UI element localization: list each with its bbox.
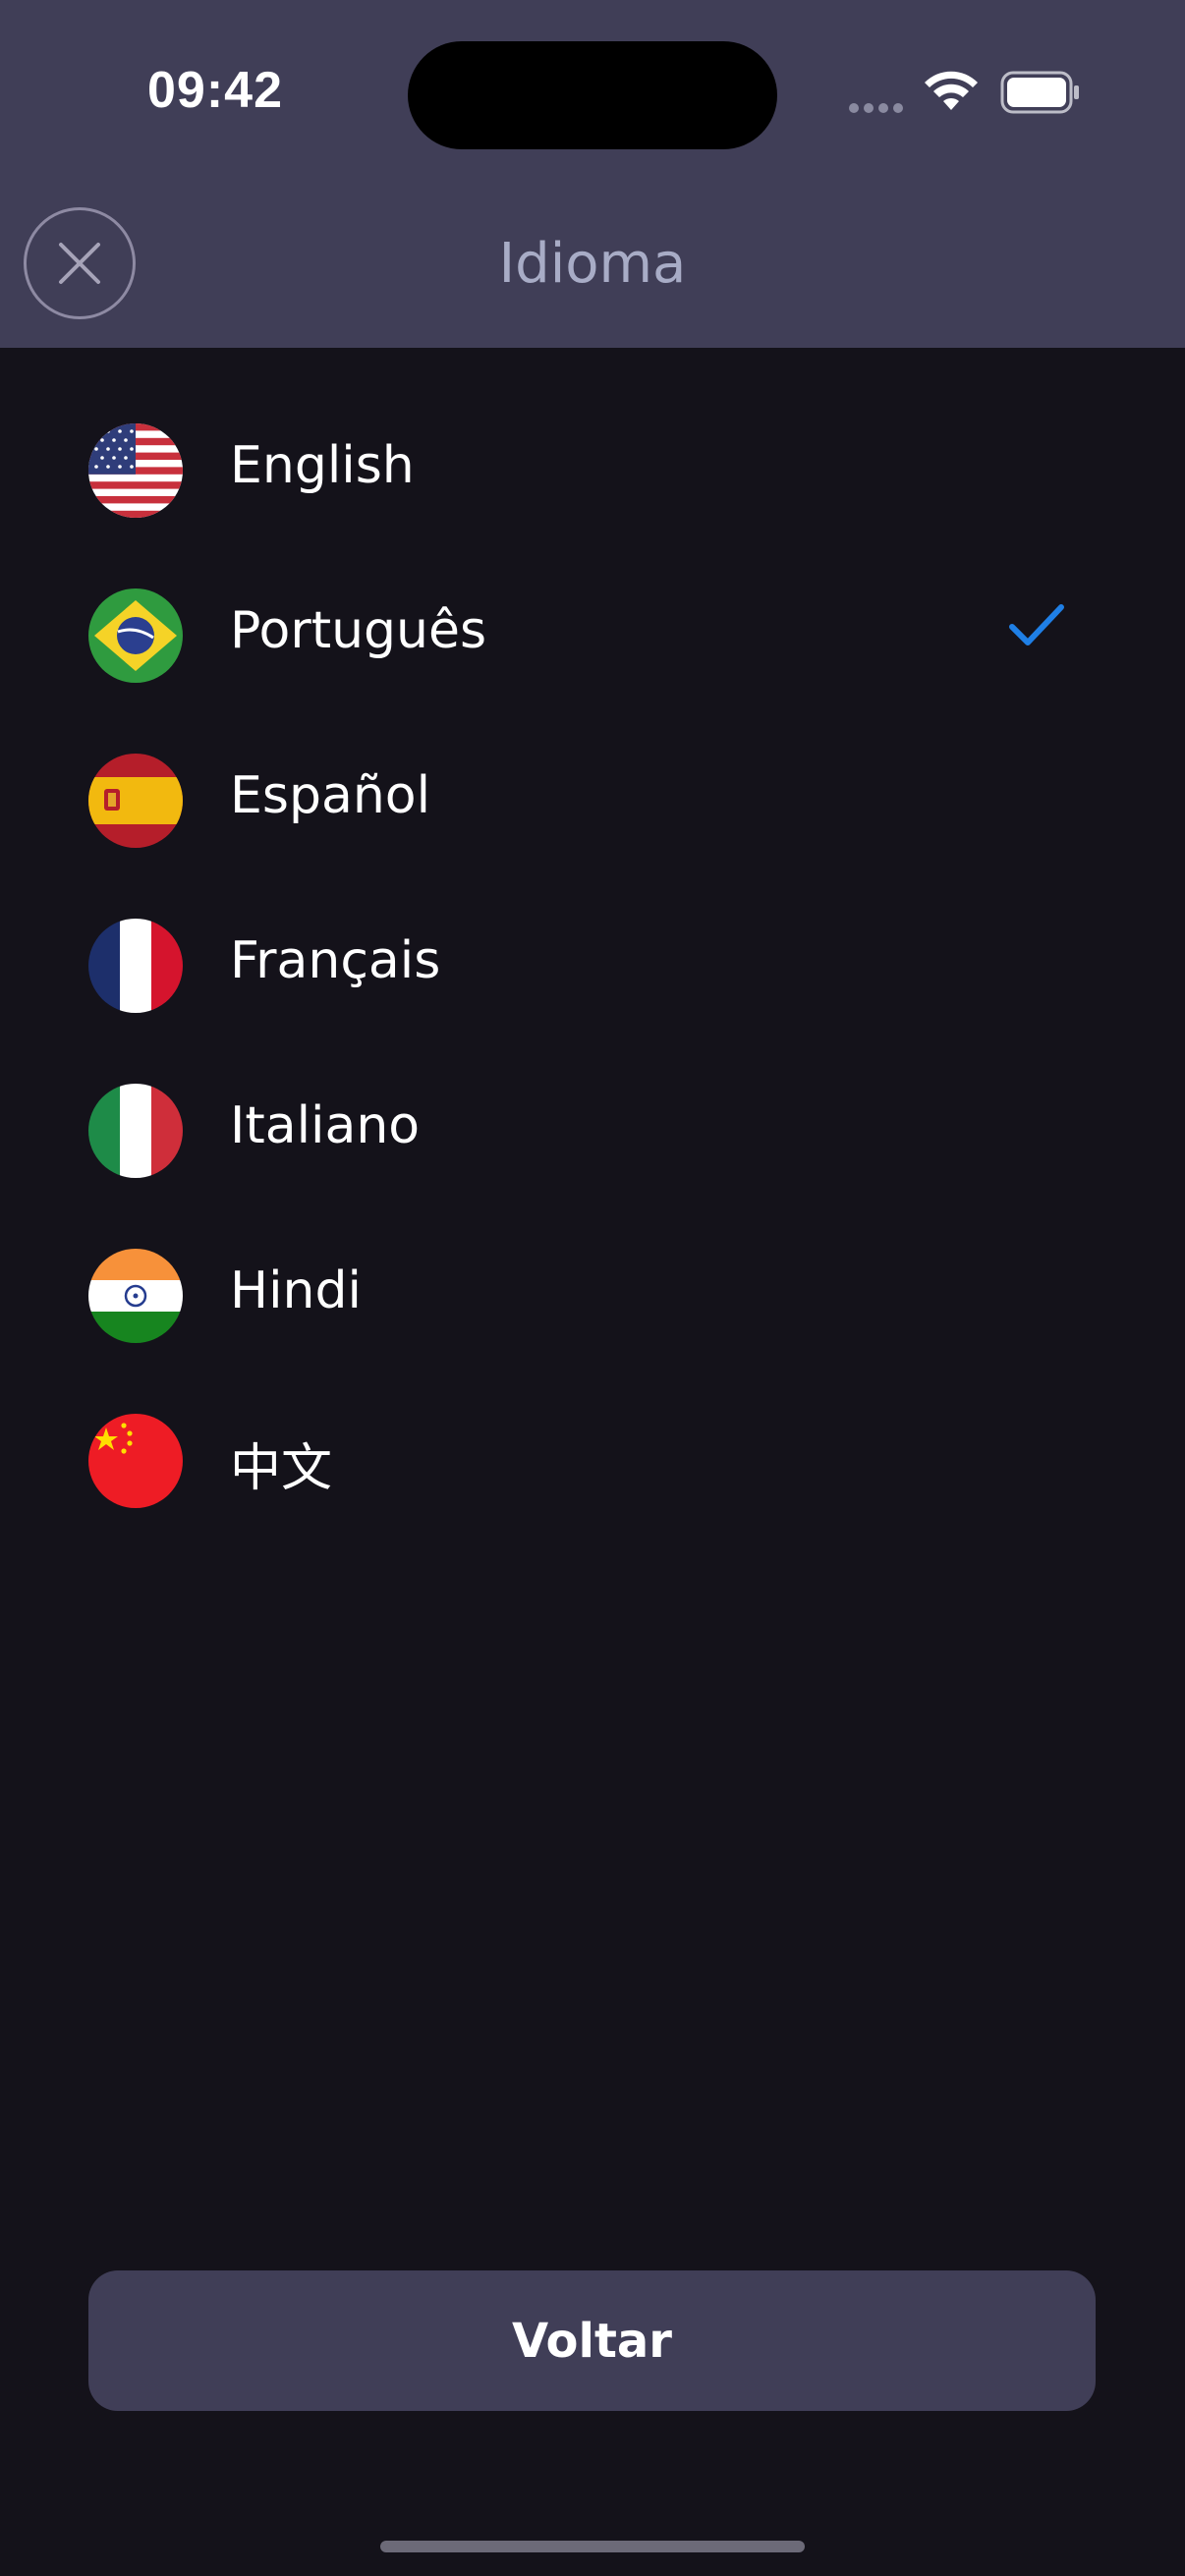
header-bar: 09:42 Idioma: [0, 0, 1185, 348]
language-label: Français: [230, 931, 441, 990]
language-label: Italiano: [230, 1096, 421, 1155]
italy-flag-icon: [88, 1084, 183, 1178]
language-list: English Português Español Français Itali…: [0, 375, 1185, 1531]
dynamic-island: [408, 41, 777, 149]
language-item-english[interactable]: English: [0, 375, 1185, 540]
language-label: Español: [230, 766, 431, 825]
selected-check-icon: [1008, 601, 1065, 654]
language-label: English: [230, 436, 415, 495]
page-title: Idioma: [498, 232, 687, 296]
france-flag-icon: [88, 919, 183, 1013]
battery-icon: [1000, 71, 1081, 118]
language-label: 中文: [230, 1439, 333, 1498]
home-indicator: [380, 2541, 805, 2552]
wifi-icon: [924, 71, 979, 116]
language-item-espanol[interactable]: Español: [0, 705, 1185, 870]
cellular-signal-icon: [849, 98, 908, 117]
language-item-italiano[interactable]: Italiano: [0, 1036, 1185, 1201]
status-time: 09:42: [147, 62, 283, 119]
us-flag-icon: [88, 423, 183, 518]
back-button[interactable]: Voltar: [88, 2270, 1096, 2411]
language-item-portugues[interactable]: Português: [0, 540, 1185, 705]
language-label: Português: [230, 601, 487, 660]
language-item-hindi[interactable]: Hindi: [0, 1201, 1185, 1366]
brazil-flag-icon: [88, 588, 183, 683]
china-flag-icon: [88, 1414, 183, 1508]
language-item-chinese[interactable]: 中文: [0, 1366, 1185, 1531]
language-label: Hindi: [230, 1261, 362, 1320]
language-item-francais[interactable]: Français: [0, 870, 1185, 1036]
india-flag-icon: [88, 1249, 183, 1343]
spain-flag-icon: [88, 754, 183, 848]
